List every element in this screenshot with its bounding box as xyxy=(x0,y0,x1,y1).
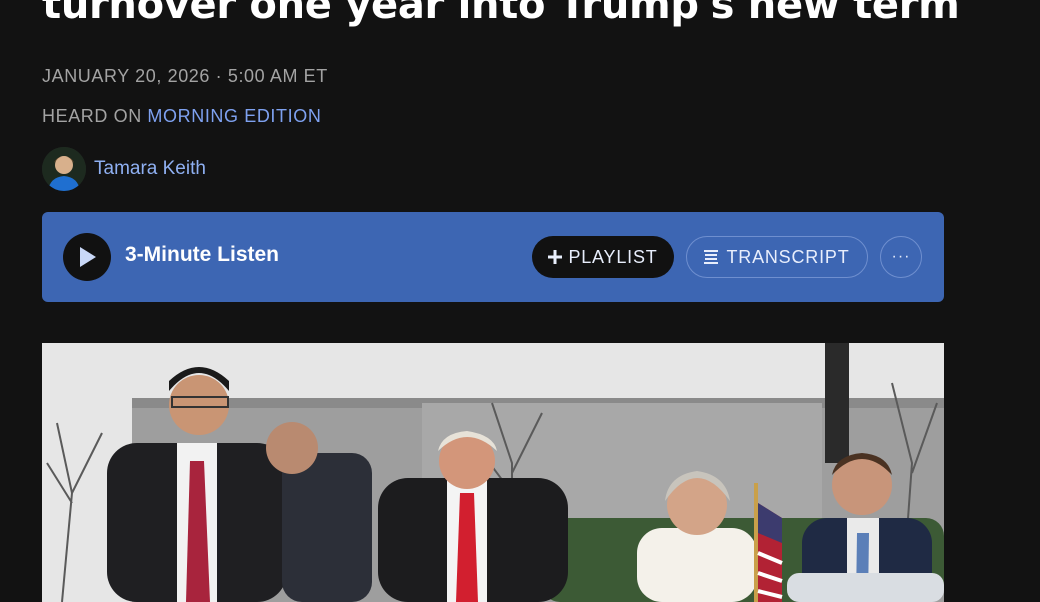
program-link[interactable]: MORNING EDITION xyxy=(147,106,321,126)
more-options-button[interactable]: ··· xyxy=(880,236,922,278)
article-headline: turnover one year into Trump's new term xyxy=(42,0,960,28)
article-photo xyxy=(42,343,944,602)
add-to-playlist-button[interactable]: PLAYLIST xyxy=(532,236,674,278)
byline: Tamara Keith xyxy=(42,146,206,192)
heard-on-prefix: HEARD ON xyxy=(42,106,142,126)
article-dateline: JANUARY 20, 2026 · 5:00 AM ET xyxy=(42,66,328,86)
transcript-label: TRANSCRIPT xyxy=(726,246,850,267)
author-avatar[interactable] xyxy=(42,147,86,191)
play-icon xyxy=(80,247,96,267)
heard-on-line: HEARD ON MORNING EDITION xyxy=(42,106,321,127)
transcript-button[interactable]: TRANSCRIPT xyxy=(686,236,868,278)
author-portrait xyxy=(42,147,86,191)
photo-illustration xyxy=(42,343,944,602)
playlist-label: PLAYLIST xyxy=(568,246,658,267)
listen-duration-label: 3-Minute Listen xyxy=(125,243,280,266)
ellipsis-icon: ··· xyxy=(891,248,911,265)
author-link[interactable]: Tamara Keith xyxy=(94,158,206,180)
plus-icon xyxy=(548,250,563,264)
play-button[interactable] xyxy=(63,233,111,281)
transcript-lines-icon xyxy=(704,250,719,264)
audio-player: 3-Minute Listen PLAYLIST TRANSCRIPT ··· xyxy=(42,212,944,302)
